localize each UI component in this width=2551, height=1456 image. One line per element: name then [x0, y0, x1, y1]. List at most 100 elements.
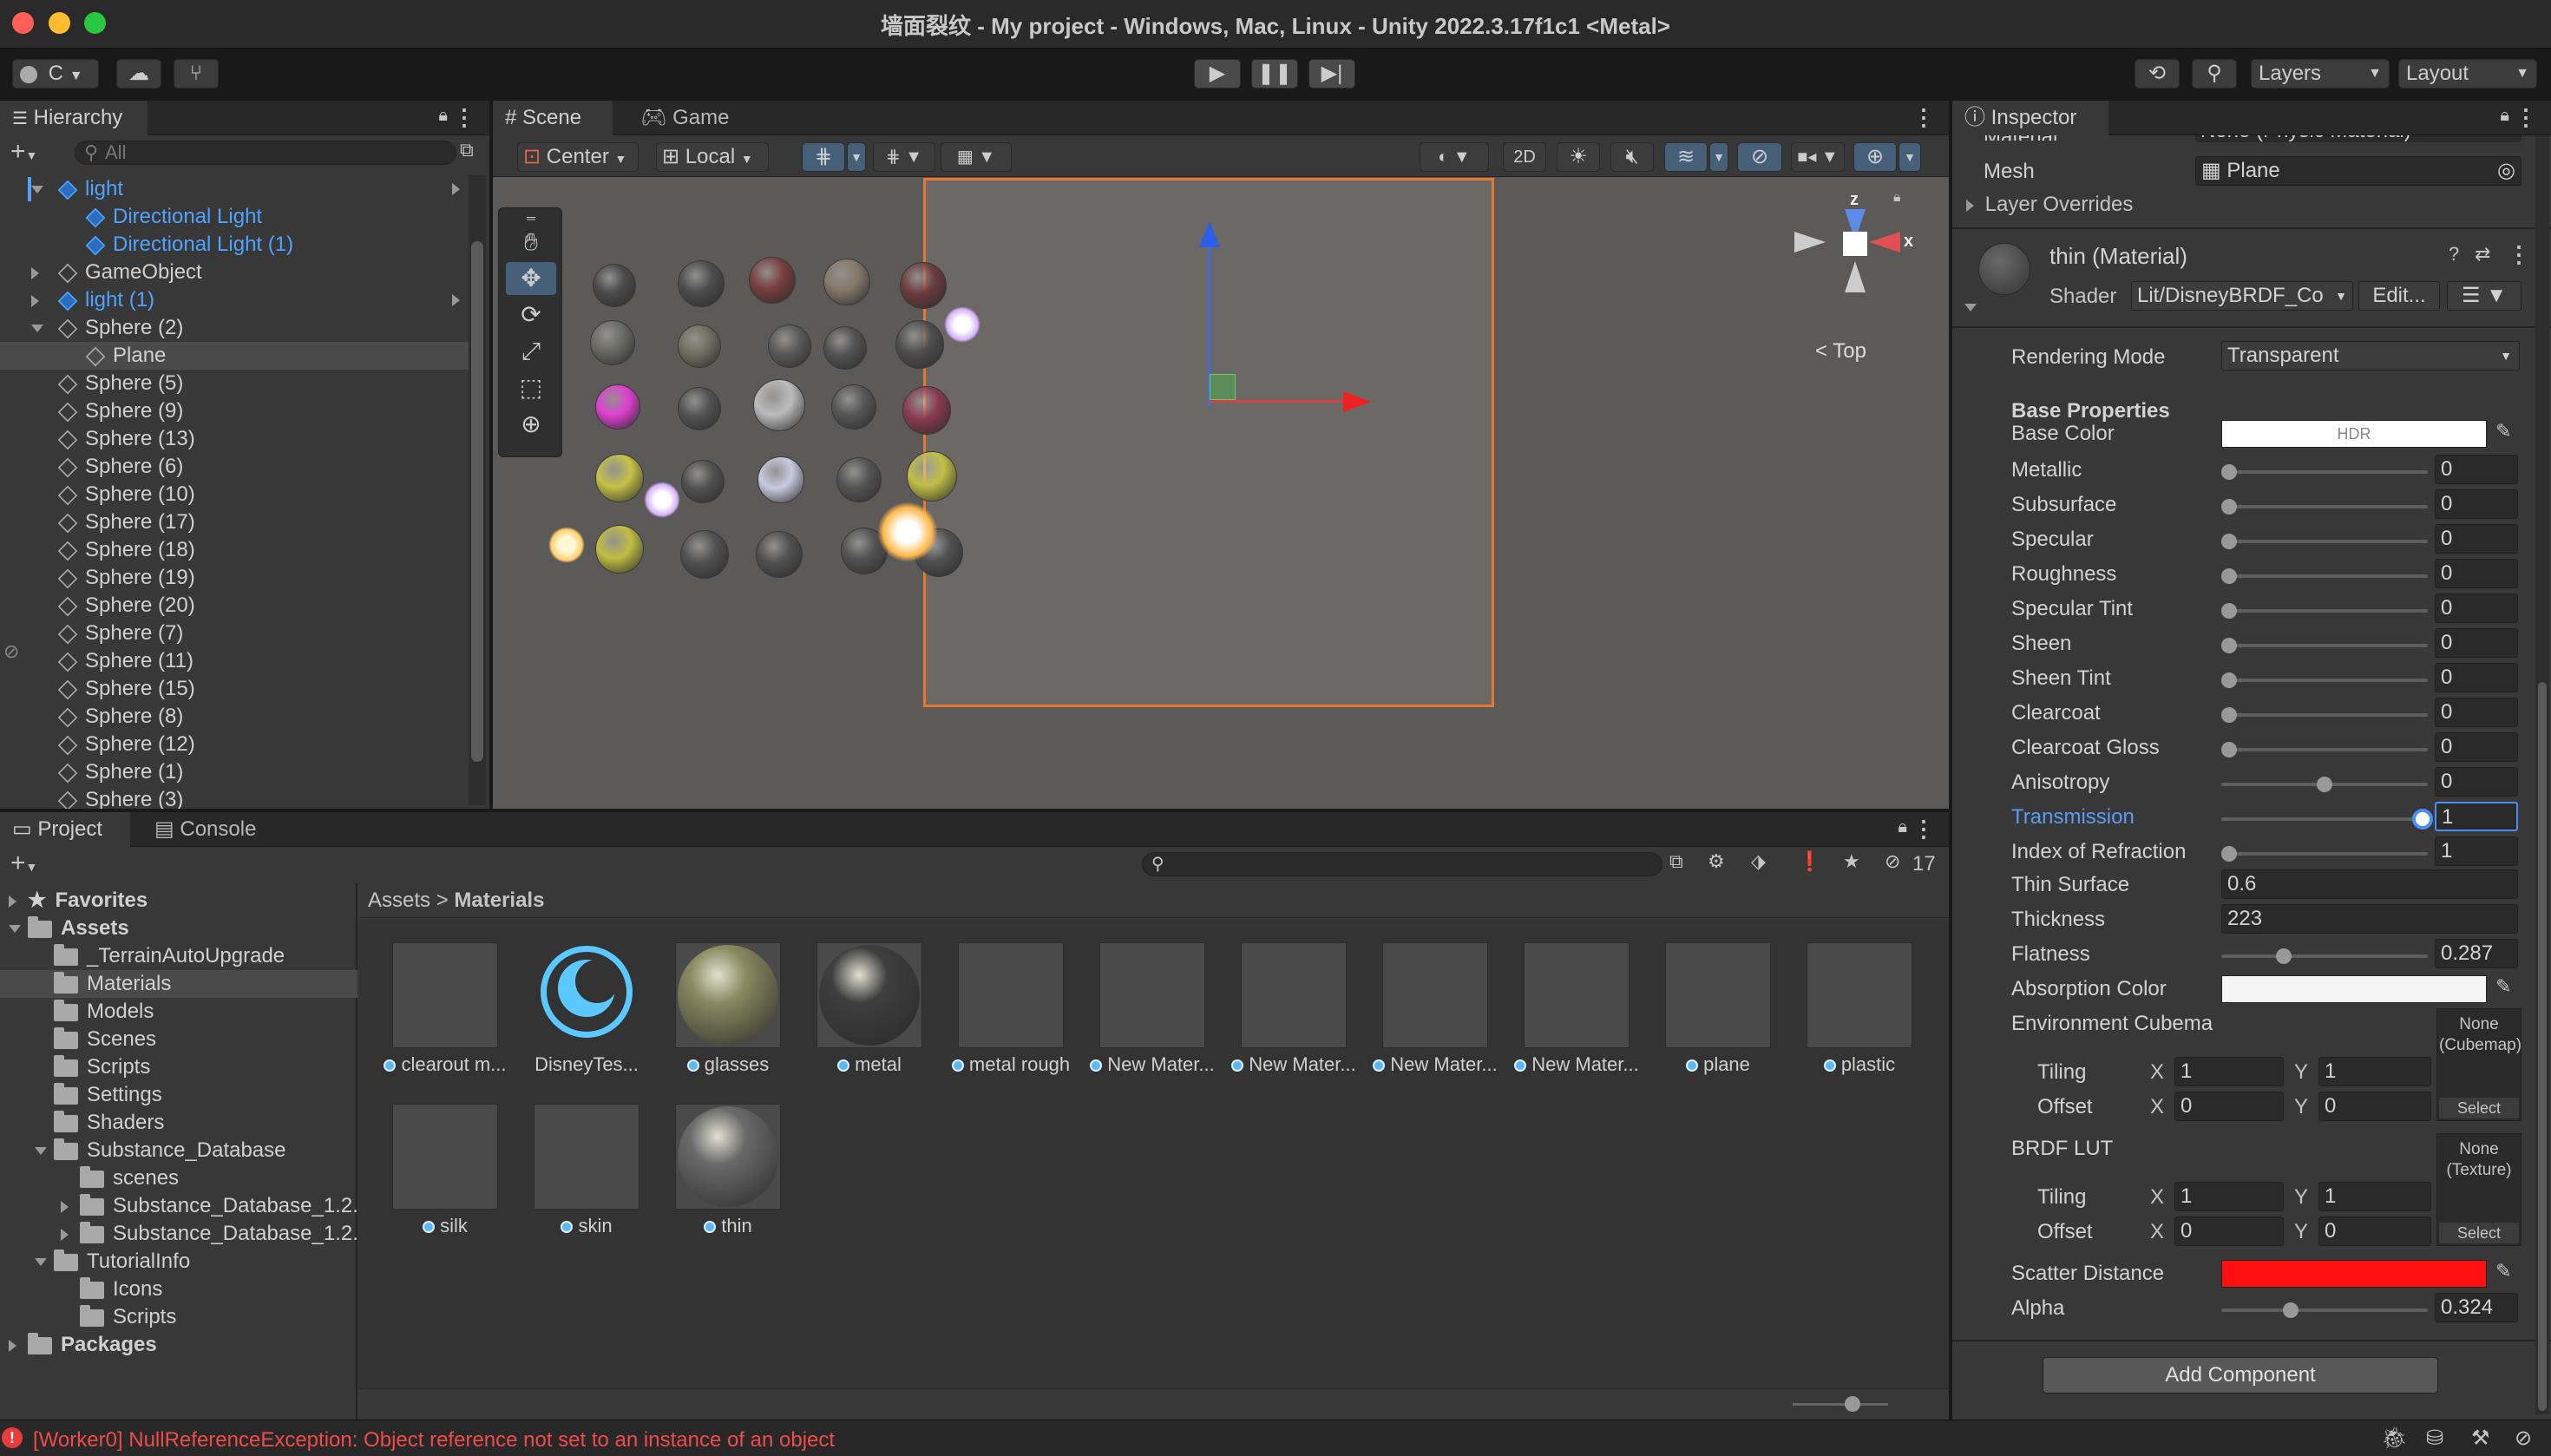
- gizmo-negy-cone-icon[interactable]: [1845, 261, 1866, 292]
- scale-tool-button[interactable]: ⤢: [506, 335, 556, 368]
- grid-visibility-button[interactable]: ▦ ▼: [941, 142, 1012, 172]
- grid-snap-dropdown[interactable]: ▼: [847, 142, 866, 172]
- lock-icon[interactable]: 🔒︎: [1898, 817, 1907, 837]
- project-folder-item[interactable]: Substance_Database_1.2.: [0, 1220, 358, 1248]
- hierarchy-item[interactable]: Sphere (13): [0, 425, 469, 453]
- light-icon[interactable]: [548, 527, 585, 563]
- gizmos-toggle[interactable]: ⊕: [1853, 142, 1897, 172]
- hierarchy-item[interactable]: light: [0, 175, 469, 203]
- asset-item[interactable]: silk: [380, 1104, 510, 1237]
- asset-item[interactable]: metal rough: [946, 942, 1076, 1076]
- grid-snap-button[interactable]: ⋕: [802, 142, 845, 172]
- asset-item[interactable]: plastic: [1794, 942, 1925, 1076]
- prefab-arrow-icon[interactable]: [452, 183, 460, 195]
- history-button[interactable]: ⟲: [2135, 59, 2180, 89]
- hierarchy-item[interactable]: Sphere (9): [0, 397, 469, 425]
- search-button[interactable]: ⚲: [2192, 59, 2237, 89]
- hidden-packages-icon[interactable]: ⊘: [1885, 850, 1900, 873]
- project-folder-item[interactable]: Assets: [0, 915, 357, 942]
- project-folder-item[interactable]: Substance_Database_1.2.: [0, 1192, 358, 1220]
- hierarchy-item[interactable]: Sphere (5): [0, 370, 469, 397]
- hierarchy-search-input[interactable]: ⚲ All: [75, 141, 456, 165]
- more-menu-icon[interactable]: ⋮: [453, 104, 475, 131]
- sphere-object[interactable]: [900, 262, 947, 309]
- status-error-message[interactable]: [Worker0] NullReferenceException: Object…: [33, 1428, 835, 1453]
- asset-item[interactable]: New Mater...: [1087, 942, 1217, 1076]
- tab-hierarchy[interactable]: ☰ Hierarchy: [0, 101, 148, 135]
- transform-x-axis[interactable]: [1210, 400, 1350, 403]
- asset-item[interactable]: New Mater...: [1370, 942, 1500, 1076]
- sphere-object[interactable]: [823, 326, 867, 370]
- sphere-object[interactable]: [823, 259, 870, 305]
- sphere-object[interactable]: [595, 525, 644, 574]
- breadcrumb-materials[interactable]: Materials: [454, 889, 544, 912]
- step-button[interactable]: ▶|: [1308, 59, 1355, 89]
- effects-toggle[interactable]: ≋: [1664, 142, 1708, 172]
- sphere-object[interactable]: [757, 456, 804, 503]
- layers-dropdown[interactable]: Layers ▼: [2251, 59, 2390, 89]
- transform-tool-button[interactable]: ⊕: [506, 408, 556, 441]
- search-by-type-icon[interactable]: ⧉: [1669, 850, 1683, 873]
- lighting-toggle[interactable]: ☀: [1557, 142, 1600, 172]
- hierarchy-item[interactable]: Sphere (8): [0, 703, 469, 731]
- project-folder-item[interactable]: Scenes: [0, 1026, 357, 1053]
- project-folder-item[interactable]: Substance_Database: [0, 1137, 357, 1164]
- hierarchy-item[interactable]: Sphere (1): [0, 758, 469, 786]
- hierarchy-item[interactable]: Sphere (15): [0, 675, 469, 703]
- asset-item[interactable]: New Mater...: [1229, 942, 1359, 1076]
- sphere-object[interactable]: [749, 257, 796, 304]
- gizmos-dropdown[interactable]: ▼: [1898, 142, 1921, 172]
- asset-item[interactable]: thin: [663, 1104, 793, 1237]
- debug-icon[interactable]: 🐞︎: [2381, 1426, 2407, 1451]
- draw-mode-dropdown[interactable]: ◐ ▼: [1420, 142, 1489, 172]
- eye-hidden-icon[interactable]: ⊘: [3, 640, 19, 663]
- sphere-object[interactable]: [678, 260, 725, 307]
- more-menu-icon[interactable]: ⋮: [1912, 816, 1935, 843]
- hierarchy-item[interactable]: Sphere (19): [0, 564, 469, 592]
- tab-scene[interactable]: # Scene: [493, 101, 613, 135]
- asset-item[interactable]: DisneyTes...: [521, 942, 652, 1076]
- gizmo-x-cone-icon[interactable]: [1869, 232, 1900, 253]
- sphere-object[interactable]: [595, 454, 644, 502]
- sphere-object[interactable]: [590, 320, 635, 365]
- sphere-object[interactable]: [768, 325, 811, 368]
- add-object-button[interactable]: +▼: [10, 137, 37, 167]
- foldout-arrow-icon[interactable]: [9, 925, 21, 934]
- tab-console[interactable]: ▤ Console: [154, 812, 256, 847]
- space-dropdown[interactable]: ⊞ Local ▼: [656, 142, 769, 172]
- favorite-star-icon[interactable]: ★: [1843, 850, 1860, 873]
- hierarchy-item[interactable]: light (1): [0, 286, 469, 314]
- gizmo-view-label[interactable]: < Top: [1815, 339, 1866, 364]
- hierarchy-item[interactable]: Sphere (11): [0, 647, 469, 675]
- foldout-arrow-icon[interactable]: [61, 1228, 69, 1241]
- foldout-arrow-icon[interactable]: [35, 1258, 47, 1267]
- hierarchy-item[interactable]: Sphere (2): [0, 314, 469, 342]
- breadcrumb-assets[interactable]: Assets: [368, 889, 430, 912]
- audio-toggle[interactable]: 🔇︎: [1610, 142, 1654, 172]
- sphere-object[interactable]: [681, 460, 725, 503]
- pause-button[interactable]: ❚❚: [1251, 59, 1298, 89]
- scene-viewport[interactable]: z x 🔒︎ < Top ═ ✋︎ ✥ ⟳ ⤢ ⬚ ⊕: [493, 178, 1949, 809]
- hierarchy-item[interactable]: Sphere (20): [0, 592, 469, 620]
- hierarchy-scrollbar-thumb[interactable]: [471, 241, 483, 762]
- foldout-arrow-icon[interactable]: [31, 186, 43, 194]
- progress-icon[interactable]: ⊘: [2515, 1426, 2532, 1451]
- account-dropdown[interactable]: C ▼: [12, 59, 99, 89]
- sphere-object[interactable]: [907, 451, 957, 502]
- project-folder-item[interactable]: scenes: [0, 1164, 357, 1192]
- more-menu-icon[interactable]: ⋮: [2515, 104, 2537, 131]
- foldout-arrow-icon[interactable]: [9, 895, 16, 908]
- project-search-input[interactable]: ⚲: [1142, 852, 1662, 876]
- move-tool-button[interactable]: ✥: [506, 262, 556, 295]
- sphere-object[interactable]: [593, 264, 636, 307]
- gizmo-negx-cone-icon[interactable]: [1794, 232, 1826, 253]
- sphere-object[interactable]: [678, 325, 721, 368]
- increment-snap-button[interactable]: ⋕ ▼: [873, 142, 935, 172]
- sphere-object[interactable]: [678, 387, 721, 430]
- cloud-button[interactable]: ☁: [116, 59, 161, 89]
- foldout-arrow-icon[interactable]: [61, 1200, 69, 1213]
- collab-button[interactable]: ⑂: [174, 59, 219, 89]
- light-icon[interactable]: [944, 306, 980, 343]
- create-asset-button[interactable]: +▼: [10, 849, 37, 878]
- hierarchy-scrollbar[interactable]: [469, 175, 486, 805]
